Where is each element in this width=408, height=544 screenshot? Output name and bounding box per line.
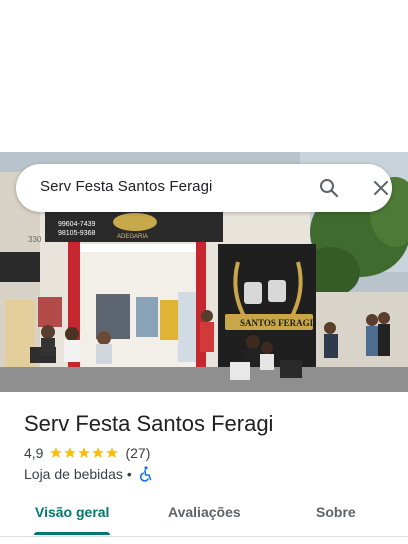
wheelchair-icon <box>139 466 152 482</box>
search-icon[interactable] <box>315 174 343 202</box>
review-count[interactable]: (27) <box>125 445 150 461</box>
board-logo-text: SANTOS FERAGI <box>240 318 314 328</box>
close-icon[interactable] <box>367 174 395 202</box>
tab-divider <box>0 536 408 537</box>
sign-phone-2: 98105-9368 <box>58 230 95 237</box>
place-category: Loja de bebidas <box>24 466 123 482</box>
tab-reviews[interactable]: Avaliações <box>168 504 241 520</box>
active-tab-indicator <box>34 532 110 535</box>
separator-dot: • <box>126 466 132 482</box>
star-icon <box>50 447 63 458</box>
search-input[interactable]: Serv Festa Santos Feragi <box>40 178 212 195</box>
sign-label: ADEGARIA <box>117 234 148 240</box>
star-icon <box>106 447 119 458</box>
place-title: Serv Festa Santos Feragi <box>24 411 274 436</box>
star-icon <box>78 447 91 458</box>
place-page: 99604-7439 98105-9368 ADEGARIA SANTOS FE… <box>0 0 408 544</box>
tab-bar: Visão geral Avaliações Sobre <box>0 496 408 536</box>
rating-row[interactable]: 4,9 (27) <box>24 444 150 462</box>
tab-overview[interactable]: Visão geral <box>35 504 109 520</box>
rating-value: 4,9 <box>24 445 44 461</box>
star-icon <box>64 447 77 458</box>
tab-about[interactable]: Sobre <box>316 504 356 520</box>
search-box[interactable]: Serv Festa Santos Feragi <box>16 164 392 212</box>
star-icon <box>92 447 105 458</box>
star-rating <box>49 446 119 460</box>
sign-phone-1: 99604-7439 <box>58 221 95 228</box>
house-number: 330 <box>28 235 42 244</box>
category-row: Loja de bebidas • <box>24 465 152 483</box>
